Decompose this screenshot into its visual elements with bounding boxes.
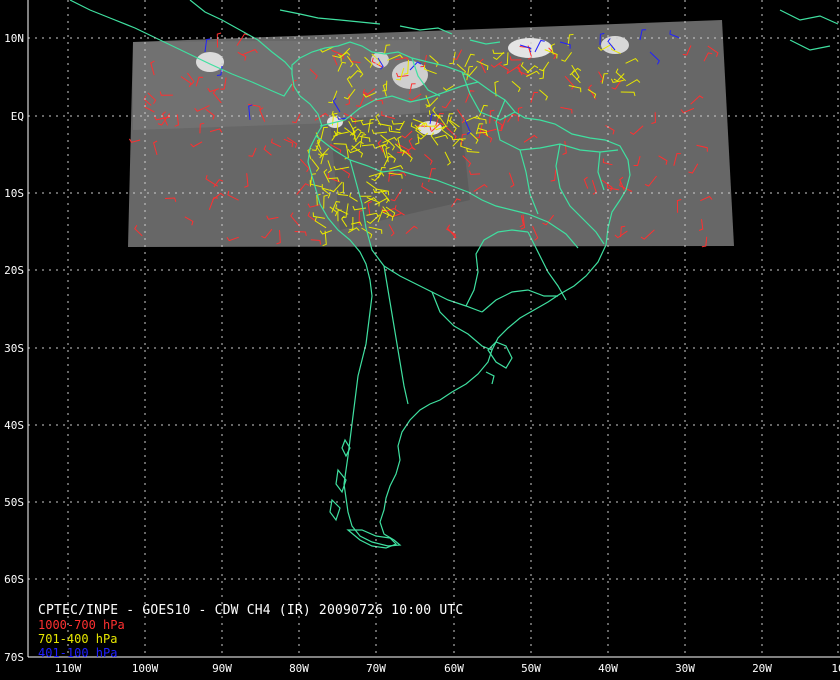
lat-label: 20S bbox=[4, 264, 24, 277]
lon-label: 90W bbox=[212, 662, 232, 675]
lon-label: 80W bbox=[289, 662, 309, 675]
lon-label: 40W bbox=[598, 662, 618, 675]
map-title: CPTEC/INPE - GOES10 - CDW CH4 (IR) 20090… bbox=[38, 603, 464, 618]
longitude-labels: 110W 100W 90W 80W 70W 60W 50W 40W 30W 20W 10 bbox=[55, 662, 840, 675]
legend-high-level: 401-100 hPa bbox=[38, 646, 118, 660]
lon-label: 70W bbox=[366, 662, 386, 675]
satellite-image-band bbox=[128, 20, 734, 247]
lat-label: 40S bbox=[4, 419, 24, 432]
lat-label: 10S bbox=[4, 187, 24, 200]
lat-label: 50S bbox=[4, 496, 24, 509]
legend-low-level: 1000-700 hPa bbox=[38, 618, 125, 632]
lon-label: 50W bbox=[521, 662, 541, 675]
lat-label: 70S bbox=[4, 651, 24, 664]
satellite-wind-map: 10N EQ 10S 20S 30S 40S 50S 60S 70S 110W 100W 90W 80… bbox=[4, 0, 840, 675]
lat-label: 60S bbox=[4, 573, 24, 586]
lon-label: 110W bbox=[55, 662, 82, 675]
lon-label: 100W bbox=[132, 662, 159, 675]
lat-label: EQ bbox=[11, 110, 24, 123]
lat-label: 30S bbox=[4, 342, 24, 355]
lon-label: 60W bbox=[444, 662, 464, 675]
lon-label: 10 bbox=[831, 662, 840, 675]
legend-mid-level: 701-400 hPa bbox=[38, 632, 118, 646]
lon-label: 30W bbox=[675, 662, 695, 675]
lat-label: 10N bbox=[4, 32, 24, 45]
latitude-labels: 10N EQ 10S 20S 30S 40S 50S 60S 70S bbox=[4, 32, 24, 664]
lon-label: 20W bbox=[752, 662, 772, 675]
